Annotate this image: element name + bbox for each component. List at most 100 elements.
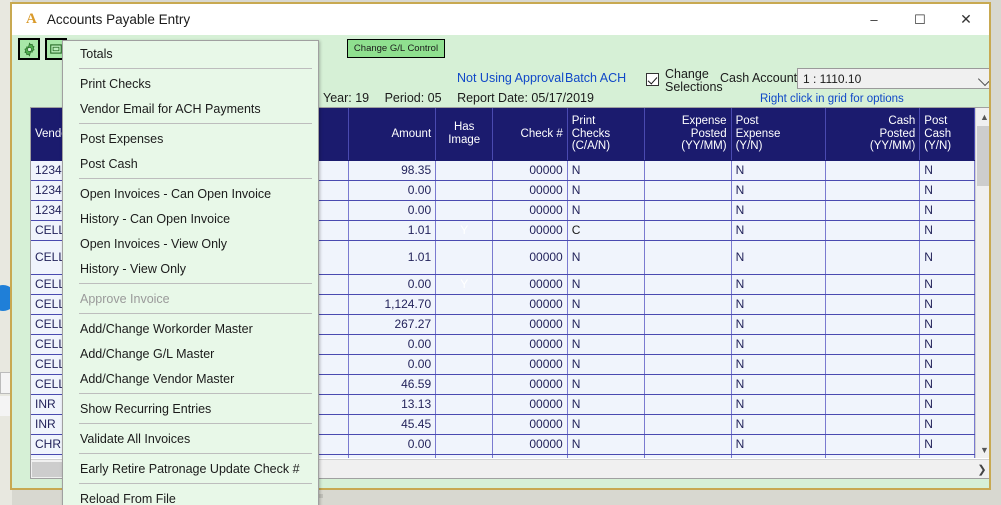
change-gl-control-button[interactable]: Change G/L Control <box>347 39 445 58</box>
cell-post_expense[interactable]: N <box>731 240 826 275</box>
cell-print_checks[interactable]: C <box>567 220 645 241</box>
cell-cash_posted[interactable] <box>825 314 921 335</box>
cell-has_image[interactable] <box>435 240 494 275</box>
cell-cash_posted[interactable] <box>825 454 921 458</box>
cell-print_checks[interactable]: N <box>567 394 645 415</box>
cell-amount[interactable]: 0.00 <box>348 434 437 455</box>
cell-cash_posted[interactable] <box>825 434 921 455</box>
cell-print_checks[interactable]: N <box>567 374 645 395</box>
cell-post_cash[interactable]: N <box>919 180 975 201</box>
cell-expense_posted[interactable] <box>644 334 732 355</box>
column-header-has_image[interactable]: Has Image <box>435 108 494 161</box>
cell-has_image[interactable] <box>435 160 494 181</box>
batch-ach-link[interactable]: Batch ACH <box>565 71 626 85</box>
cell-amount[interactable]: 1,124.70 <box>348 294 437 315</box>
minimize-icon[interactable]: ‒ <box>851 4 897 35</box>
cell-expense_posted[interactable] <box>644 414 732 435</box>
cell-has_image[interactable]: Y <box>435 274 494 295</box>
cell-check_no[interactable]: 00000 <box>492 294 568 315</box>
maximize-icon[interactable]: ☐ <box>897 4 943 35</box>
vertical-scrollbar[interactable]: ▲ ▼ <box>975 108 989 458</box>
menu-item[interactable]: Reload From File <box>63 486 318 505</box>
menu-item[interactable]: Totals <box>63 41 318 66</box>
cell-expense_posted[interactable] <box>644 220 732 241</box>
column-header-cash_posted[interactable]: Cash Posted (YY/MM) <box>825 108 921 161</box>
cell-check_no[interactable]: 00000 <box>492 454 568 458</box>
cell-expense_posted[interactable] <box>644 160 732 181</box>
cell-check_no[interactable]: 00000 <box>492 274 568 295</box>
cell-post_cash[interactable]: N <box>919 434 975 455</box>
cell-post_cash[interactable]: N <box>919 160 975 181</box>
cell-amount[interactable]: 88.88 <box>348 454 437 458</box>
cell-amount[interactable]: 98.35 <box>348 160 437 181</box>
cell-print_checks[interactable]: N <box>567 434 645 455</box>
close-icon[interactable]: ✕ <box>943 4 989 35</box>
cell-check_no[interactable]: 00000 <box>492 240 568 275</box>
cell-print_checks[interactable]: N <box>567 274 645 295</box>
cell-post_expense[interactable]: N <box>731 220 826 241</box>
cell-check_no[interactable]: 00000 <box>492 394 568 415</box>
menu-item[interactable]: Add/Change Vendor Master <box>63 366 318 391</box>
cell-has_image[interactable] <box>435 314 494 335</box>
cell-cash_posted[interactable] <box>825 200 921 221</box>
cell-expense_posted[interactable] <box>644 274 732 295</box>
cell-expense_posted[interactable] <box>644 314 732 335</box>
cell-has_image[interactable]: Y <box>435 220 494 241</box>
cell-print_checks[interactable]: N <box>567 200 645 221</box>
column-header-post_expense[interactable]: Post Expense (Y/N) <box>731 108 826 161</box>
cell-expense_posted[interactable] <box>644 354 732 375</box>
context-menu[interactable]: Totals Print Checks Vendor Email for ACH P… <box>62 40 319 505</box>
cell-has_image[interactable] <box>435 334 494 355</box>
checkbox-box[interactable] <box>646 73 659 86</box>
cell-cash_posted[interactable] <box>825 294 921 315</box>
cell-has_image[interactable] <box>435 414 494 435</box>
cell-cash_posted[interactable] <box>825 274 921 295</box>
cell-amount[interactable]: 0.00 <box>348 180 437 201</box>
cell-post_cash[interactable]: N <box>919 294 975 315</box>
column-header-expense_posted[interactable]: Expense Posted (YY/MM) <box>644 108 732 161</box>
cell-post_expense[interactable]: N <box>731 354 826 375</box>
cell-post_expense[interactable]: N <box>731 180 826 201</box>
menu-item[interactable]: Add/Change Workorder Master <box>63 316 318 341</box>
cell-check_no[interactable]: 00000 <box>492 160 568 181</box>
cell-amount[interactable]: 0.00 <box>348 274 437 295</box>
menu-item[interactable]: Validate All Invoices <box>63 426 318 451</box>
cell-check_no[interactable]: 00000 <box>492 434 568 455</box>
cell-expense_posted[interactable] <box>644 434 732 455</box>
cell-post_cash[interactable]: N <box>919 220 975 241</box>
cell-cash_posted[interactable] <box>825 334 921 355</box>
cell-post_cash[interactable]: N <box>919 274 975 295</box>
cell-expense_posted[interactable] <box>644 374 732 395</box>
cell-print_checks[interactable]: N <box>567 414 645 435</box>
menu-item[interactable]: Show Recurring Entries <box>63 396 318 421</box>
cell-check_no[interactable]: 00000 <box>492 220 568 241</box>
cell-amount[interactable]: 1.01 <box>348 220 437 241</box>
column-header-print_checks[interactable]: Print Checks (C/A/N) <box>567 108 645 161</box>
cell-print_checks[interactable]: N <box>567 294 645 315</box>
cell-print_checks[interactable]: N <box>567 334 645 355</box>
cell-post_cash[interactable]: N <box>919 334 975 355</box>
column-header-post_cash[interactable]: Post Cash (Y/N) <box>919 108 975 161</box>
not-using-approval-link[interactable]: Not Using Approval <box>457 71 564 85</box>
menu-item[interactable]: Add/Change G/L Master <box>63 341 318 366</box>
cell-cash_posted[interactable] <box>825 160 921 181</box>
cell-cash_posted[interactable] <box>825 240 921 275</box>
scroll-up-icon[interactable]: ▲ <box>976 108 989 125</box>
menu-item[interactable]: Open Invoices - View Only <box>63 231 318 256</box>
cell-post_cash[interactable]: N <box>919 200 975 221</box>
cell-post_expense[interactable]: N <box>731 274 826 295</box>
cell-has_image[interactable] <box>435 200 494 221</box>
cell-check_no[interactable]: 00000 <box>492 200 568 221</box>
cell-amount[interactable]: 1.01 <box>348 240 437 275</box>
cell-expense_posted[interactable] <box>644 180 732 201</box>
menu-item[interactable]: Print Checks <box>63 71 318 96</box>
cell-cash_posted[interactable] <box>825 220 921 241</box>
cell-cash_posted[interactable] <box>825 394 921 415</box>
cell-expense_posted[interactable] <box>644 240 732 275</box>
cell-cash_posted[interactable] <box>825 354 921 375</box>
cell-has_image[interactable] <box>435 374 494 395</box>
cell-has_image[interactable] <box>435 294 494 315</box>
cell-post_expense[interactable]: N <box>731 334 826 355</box>
cell-print_checks[interactable]: N <box>567 314 645 335</box>
cell-post_cash[interactable]: N <box>919 354 975 375</box>
